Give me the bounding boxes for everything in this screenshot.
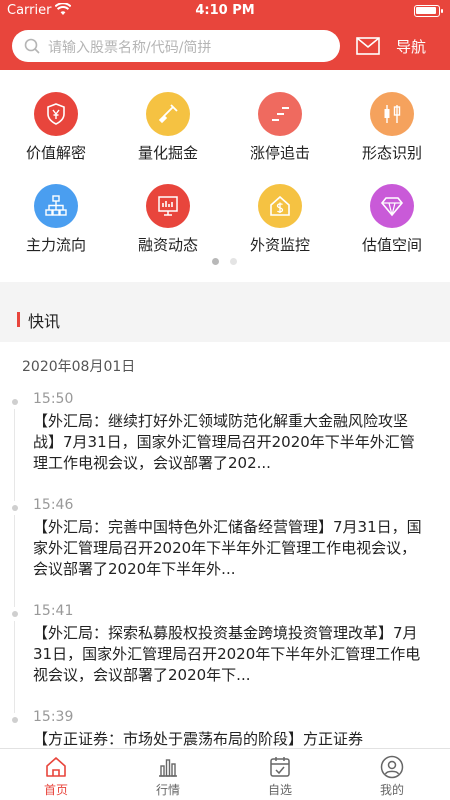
tab-label: 行情 xyxy=(155,783,180,797)
news-time: 15:39 xyxy=(33,709,74,725)
feature-pattern-recognition[interactable]: 形态识别 xyxy=(336,92,448,172)
page-indicator xyxy=(0,258,450,268)
feature-margin-dynamics[interactable]: 融资动态 xyxy=(112,184,224,264)
bottom-tab-bar: 首页 行情 自选 我的 xyxy=(0,748,450,800)
section-header: 快讯 xyxy=(0,296,450,342)
timeline-dot xyxy=(12,399,18,405)
mail-icon[interactable] xyxy=(356,36,380,56)
feature-valuation-space[interactable]: 估值空间 xyxy=(336,184,448,264)
feature-label: 主力流向 xyxy=(25,236,86,254)
nav-button[interactable]: 导航 xyxy=(396,36,426,57)
section-divider xyxy=(0,282,450,296)
page-dot[interactable] xyxy=(230,258,237,265)
tab-home[interactable]: 首页 xyxy=(0,749,112,800)
news-item[interactable]: 15:41 【外汇局：探索私募股权投资基金跨境投资管理改革】7月31日，国家外汇… xyxy=(0,603,450,713)
feature-label: 价值解密 xyxy=(25,144,86,162)
org-chart-icon xyxy=(34,184,78,228)
tab-profile[interactable]: 我的 xyxy=(336,749,448,800)
diamond-icon xyxy=(370,184,414,228)
search-input[interactable]: 请输入股票名称/代码/简拼 xyxy=(12,30,340,62)
tab-label: 我的 xyxy=(379,783,404,797)
search-placeholder: 请输入股票名称/代码/简拼 xyxy=(48,40,212,56)
tab-market[interactable]: 行情 xyxy=(112,749,224,800)
home-icon xyxy=(46,757,66,777)
battery-icon xyxy=(414,5,443,17)
feature-foreign-monitor[interactable]: 外资监控 xyxy=(224,184,336,264)
feature-label: 估值空间 xyxy=(361,236,422,254)
tab-label: 首页 xyxy=(43,783,68,797)
monitor-chart-icon xyxy=(146,184,190,228)
user-icon xyxy=(380,755,404,779)
feature-label: 融资动态 xyxy=(137,236,198,254)
timeline-line xyxy=(14,621,15,713)
calendar-check-icon xyxy=(270,757,290,777)
timeline-dot xyxy=(12,611,18,617)
feature-label: 外资监控 xyxy=(249,236,310,254)
news-text: 【方正证券：市场处于震荡布局的阶段】方正证券 xyxy=(33,730,364,748)
timeline-line xyxy=(14,515,15,607)
page-dot-active[interactable] xyxy=(212,258,219,265)
dollar-house-icon xyxy=(258,184,302,228)
section-accent-bar xyxy=(17,312,20,327)
shovel-icon xyxy=(146,92,190,136)
news-time: 15:41 xyxy=(33,603,74,619)
candlestick-icon xyxy=(370,92,414,136)
news-item[interactable]: 15:46 【外汇局：完善中国特色外汇储备经营管理】7月31日，国家外汇管理局召… xyxy=(0,497,450,607)
shield-yen-icon xyxy=(34,92,78,136)
feature-value-decode[interactable]: 价值解密 xyxy=(0,92,112,172)
search-icon xyxy=(24,38,40,54)
news-time: 15:46 xyxy=(33,497,74,513)
feature-label: 量化掘金 xyxy=(137,144,198,162)
top-header: Carrier 4:10 PM 请输入股票名称/代码/简拼 导航 xyxy=(0,0,450,70)
bar-chart-icon xyxy=(159,759,177,777)
timeline-line xyxy=(14,409,15,501)
news-text: 【外汇局：继续打好外汇领域防范化解重大金融风险攻坚战】7月31日，国家外汇管理局… xyxy=(33,412,415,472)
clock-time: 4:10 PM xyxy=(195,3,255,18)
tab-watchlist[interactable]: 自选 xyxy=(224,749,336,800)
rising-bars-icon xyxy=(258,92,302,136)
feature-quant-mining[interactable]: 量化掘金 xyxy=(112,92,224,172)
feature-main-flow[interactable]: 主力流向 xyxy=(0,184,112,264)
news-text: 【外汇局：探索私募股权投资基金跨境投资管理改革】7月31日，国家外汇管理局召开2… xyxy=(33,624,421,684)
section-title: 快讯 xyxy=(28,312,61,331)
news-item[interactable]: 15:50 【外汇局：继续打好外汇领域防范化解重大金融风险攻坚战】7月31日，国… xyxy=(0,391,450,501)
feature-label: 涨停追击 xyxy=(249,144,310,162)
tab-label: 自选 xyxy=(267,783,292,797)
news-time: 15:50 xyxy=(33,391,74,407)
status-bar: Carrier 4:10 PM xyxy=(0,0,450,22)
timeline-dot xyxy=(12,505,18,511)
timeline-dot xyxy=(12,717,18,723)
feature-limit-up[interactable]: 涨停追击 xyxy=(224,92,336,172)
news-item[interactable]: 15:39 【方正证券：市场处于震荡布局的阶段】方正证券 xyxy=(0,709,450,748)
feature-label: 形态识别 xyxy=(361,144,422,162)
news-text: 【外汇局：完善中国特色外汇储备经营管理】7月31日，国家外汇管理局召开2020年… xyxy=(33,518,422,578)
news-date: 2020年08月01日 xyxy=(22,359,136,375)
